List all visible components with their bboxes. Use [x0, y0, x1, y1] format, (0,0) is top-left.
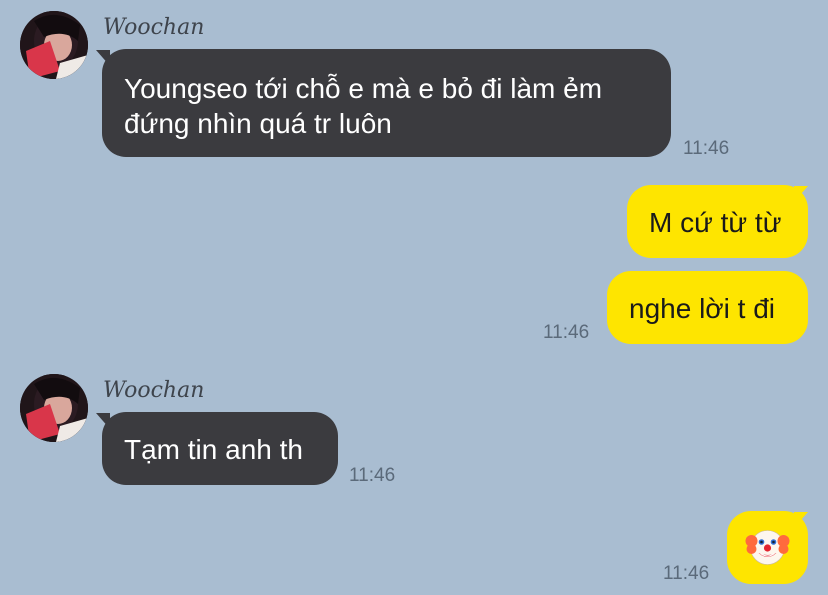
timestamp: 11:46	[663, 563, 710, 584]
sender-name: Woochan	[103, 378, 205, 403]
message-text: đứng nhìn quá tr luôn	[124, 108, 392, 139]
message-text: Youngseo tới chỗ e mà e bỏ đi làm ẻm	[124, 73, 603, 104]
message-bubble-outgoing[interactable]: nghe lời t đi	[607, 271, 808, 344]
message-bubble-incoming[interactable]: Tạm tin anh th	[102, 412, 338, 485]
avatar[interactable]	[20, 11, 88, 79]
message-bubble-outgoing[interactable]: M cứ từ từ	[627, 185, 808, 258]
timestamp: 11:46	[543, 322, 590, 343]
message-text: nghe lời t đi	[629, 293, 776, 324]
timestamp: 11:46	[349, 465, 396, 486]
chat-canvas: Woochan Youngseo tới chỗ e mà e bỏ đi là…	[0, 0, 828, 595]
timestamp: 11:46	[683, 138, 730, 159]
sender-name: Woochan	[103, 15, 205, 40]
avatar-photo	[20, 11, 88, 79]
clown-face-emoji-icon	[745, 530, 790, 565]
sticker-bubble-outgoing[interactable]	[727, 511, 808, 584]
message-text: Tạm tin anh th	[124, 434, 303, 465]
avatar-photo	[20, 374, 88, 442]
message-bubble-incoming[interactable]: Youngseo tới chỗ e mà e bỏ đi làm ẻm đứn…	[102, 49, 671, 157]
avatar[interactable]	[20, 374, 88, 442]
message-text: M cứ từ từ	[649, 207, 782, 238]
